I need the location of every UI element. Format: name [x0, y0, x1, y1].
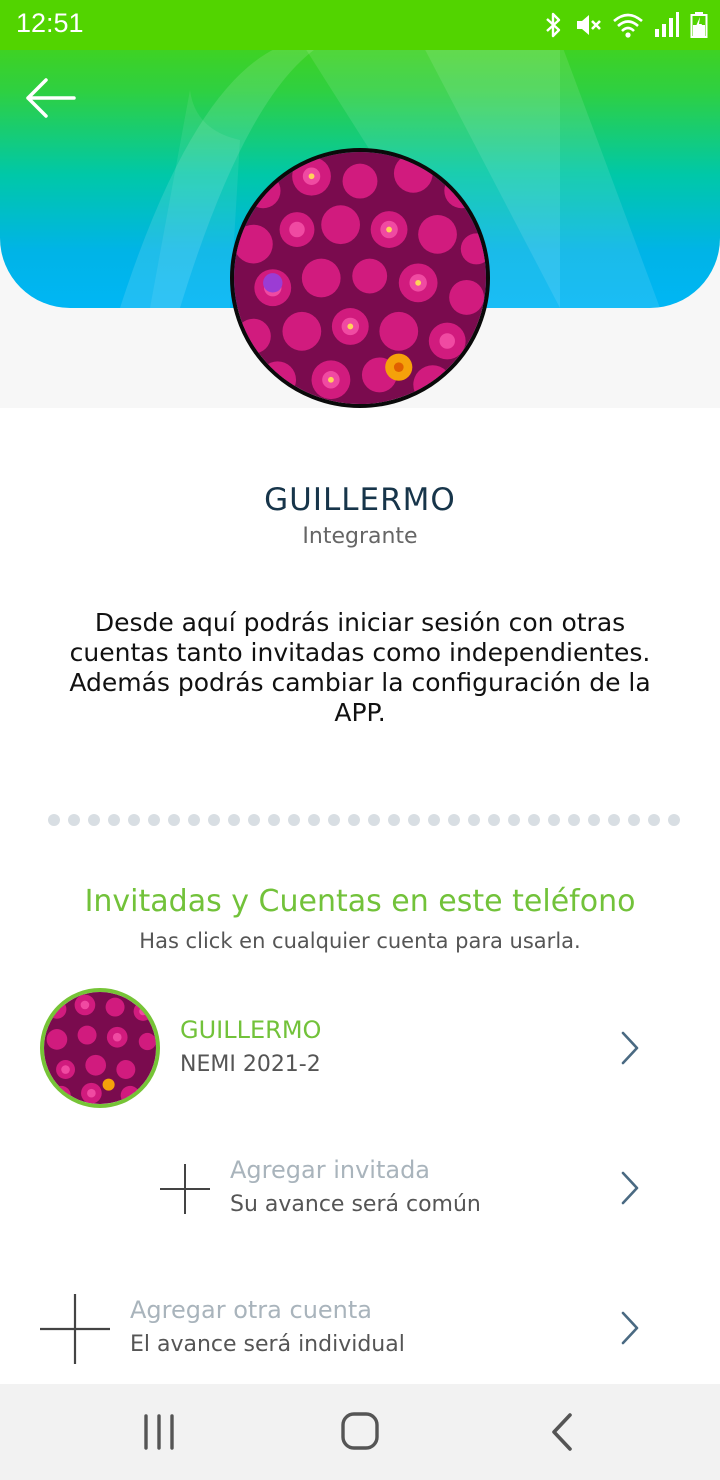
add-account-row[interactable]: Agregar otra cuenta El avance será indiv…	[0, 1290, 720, 1370]
recents-icon[interactable]	[134, 1410, 184, 1454]
divider-dot	[468, 814, 480, 826]
divider-dot	[248, 814, 260, 826]
divider-dot	[308, 814, 320, 826]
divider-dot	[108, 814, 120, 826]
divider-dot	[388, 814, 400, 826]
system-nav-bar	[0, 1384, 720, 1480]
accounts-subtitle: Has click en cualquier cuenta para usarl…	[139, 929, 581, 953]
status-time: 12:51	[16, 8, 84, 38]
profile-name: GUILLERMO	[264, 482, 456, 518]
chevron-right-icon	[621, 1031, 639, 1065]
back-arrow-icon[interactable]	[22, 76, 82, 120]
divider-dot	[348, 814, 360, 826]
profile-role: Integrante	[302, 524, 418, 549]
divider-dot	[608, 814, 620, 826]
bluetooth-icon	[546, 12, 561, 38]
divider-dot	[268, 814, 280, 826]
home-icon[interactable]	[335, 1410, 385, 1454]
divider-dot	[48, 814, 60, 826]
divider-dot	[668, 814, 680, 826]
divider-dot	[648, 814, 660, 826]
flower-photo	[234, 152, 486, 404]
divider-dot	[148, 814, 160, 826]
divider-dot	[88, 814, 100, 826]
divider-dot	[228, 814, 240, 826]
divider-dot	[368, 814, 380, 826]
add-guest-row[interactable]: Agregar invitada Su avance será común	[0, 1150, 720, 1240]
add-account-note: El avance será individual	[130, 1332, 405, 1357]
divider-dot	[488, 814, 500, 826]
signal-icon	[655, 12, 679, 37]
divider-dot	[428, 814, 440, 826]
divider-dot	[628, 814, 640, 826]
divider-dot	[328, 814, 340, 826]
account-name: GUILLERMO	[180, 1016, 322, 1044]
divider-dot	[188, 814, 200, 826]
add-guest-label: Agregar invitada	[230, 1156, 431, 1184]
divider-dot	[288, 814, 300, 826]
dotted-divider	[48, 814, 680, 830]
divider-dot	[508, 814, 520, 826]
divider-dot	[568, 814, 580, 826]
divider-dot	[408, 814, 420, 826]
status-icons	[544, 9, 708, 41]
divider-dot	[168, 814, 180, 826]
plus-icon	[160, 1164, 210, 1214]
chevron-right-icon	[621, 1311, 639, 1345]
status-bar: 12:51	[0, 0, 720, 50]
profile-screen: 12:51 GUILLERMO Integrante Desde aquí po…	[0, 0, 720, 1480]
account-row-current[interactable]: GUILLERMO NEMI 2021-2	[0, 986, 720, 1110]
flower-photo-small	[44, 992, 156, 1104]
add-guest-note: Su avance será común	[230, 1192, 481, 1217]
divider-dot	[448, 814, 460, 826]
add-account-label: Agregar otra cuenta	[130, 1296, 372, 1324]
accounts-title: Invitadas y Cuentas en este teléfono	[84, 884, 636, 919]
divider-dot	[528, 814, 540, 826]
divider-dot	[588, 814, 600, 826]
profile-description: Desde aquí podrás iniciar sesión con otr…	[69, 608, 651, 727]
account-group: NEMI 2021-2	[180, 1052, 321, 1077]
divider-dot	[548, 814, 560, 826]
divider-dot	[68, 814, 80, 826]
mute-icon	[577, 15, 601, 35]
battery-icon	[690, 12, 708, 38]
back-icon[interactable]	[538, 1410, 588, 1454]
divider-dot	[208, 814, 220, 826]
wifi-icon	[613, 13, 643, 38]
plus-icon	[40, 1294, 110, 1364]
divider-dot	[128, 814, 140, 826]
chevron-right-icon	[621, 1171, 639, 1205]
profile-avatar	[230, 148, 490, 408]
account-avatar	[40, 988, 160, 1108]
